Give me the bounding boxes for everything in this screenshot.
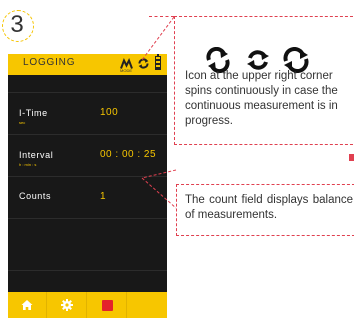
- field-value: 100: [100, 107, 119, 118]
- stop-button[interactable]: [92, 292, 122, 318]
- field-label: Interval: [19, 150, 54, 160]
- field-unit: sec: [19, 120, 26, 125]
- page-title: LOGGING: [23, 57, 76, 68]
- field-value: 1: [100, 191, 107, 202]
- callout-box-counts: The count field displays balance of meas…: [176, 184, 354, 236]
- stop-icon: [101, 299, 113, 311]
- footer-divider: [126, 292, 127, 318]
- field-unit: h : min : s: [19, 162, 37, 167]
- field-value: 00 : 00 : 25: [100, 149, 157, 160]
- callout-box-sync: Icon at the upper right corner spins con…: [174, 16, 354, 145]
- field-label: I-Time: [19, 108, 48, 118]
- footer-divider: [46, 292, 47, 318]
- gear-icon: [61, 299, 73, 311]
- header-gap: [8, 75, 167, 92]
- home-button[interactable]: [12, 292, 42, 318]
- callout-connector: [141, 169, 177, 209]
- step-number: 3: [10, 11, 24, 38]
- app-footer: [8, 292, 167, 318]
- settings-button[interactable]: [52, 292, 82, 318]
- empty-row: [8, 218, 167, 270]
- callout-connector: [141, 16, 175, 61]
- mode-label: MODE: [120, 68, 132, 73]
- callout-text-counts: The count field displays balance of meas…: [185, 194, 353, 221]
- empty-row: [8, 270, 167, 292]
- field-row-itime[interactable]: I-Time sec 100: [8, 92, 167, 134]
- field-label: Counts: [19, 191, 52, 201]
- callout-text-sync: Icon at the upper right corner spins con…: [185, 70, 338, 127]
- footer-divider: [86, 292, 87, 318]
- page-marker: [349, 154, 354, 161]
- home-icon: [21, 300, 33, 310]
